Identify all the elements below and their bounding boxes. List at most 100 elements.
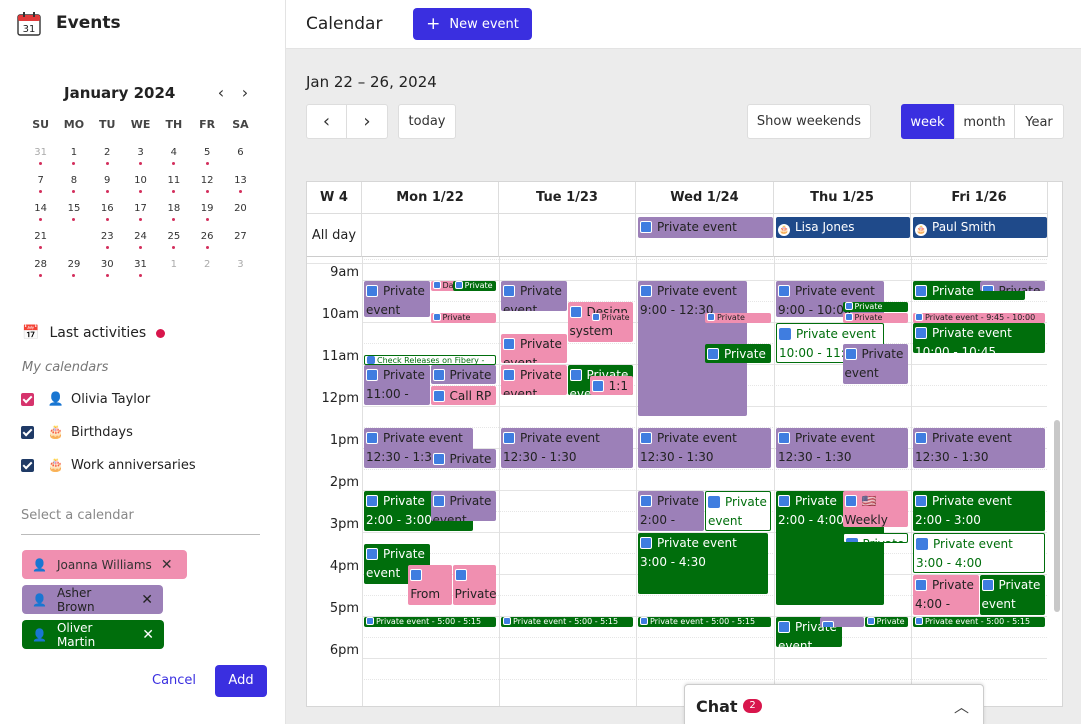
calendar-event[interactable]: Private bbox=[979, 281, 1045, 291]
calendar-event[interactable]: Private bbox=[430, 449, 496, 468]
mini-calendar-day[interactable]: 23 bbox=[91, 222, 124, 250]
mini-calendar-day[interactable]: 29 bbox=[57, 250, 90, 278]
mini-calendar-day[interactable]: 3 bbox=[124, 138, 157, 166]
mini-calendar-day[interactable]: 22 bbox=[57, 222, 90, 250]
calendar-event[interactable]: Private event 10:00 - 10:45 bbox=[913, 323, 1045, 353]
mini-calendar-day[interactable]: 25 bbox=[157, 222, 190, 250]
calendar-event[interactable]: Private bbox=[452, 281, 496, 291]
mini-calendar-day[interactable]: 1 bbox=[57, 138, 90, 166]
calendar-event[interactable]: Private event bbox=[364, 281, 430, 317]
calendar-event[interactable]: Private bbox=[452, 564, 496, 605]
all-day-cell[interactable] bbox=[362, 214, 499, 257]
scrollbar[interactable] bbox=[1054, 420, 1060, 612]
select-calendar-input[interactable]: Select a calendar bbox=[21, 508, 260, 535]
mini-next-month-button[interactable]: › bbox=[235, 83, 255, 103]
new-event-button[interactable]: + New event bbox=[413, 8, 532, 40]
view-month-button[interactable]: month bbox=[954, 104, 1015, 139]
add-button[interactable]: Add bbox=[215, 665, 267, 697]
calendar-event[interactable]: Private event bbox=[842, 302, 908, 312]
mini-calendar-day[interactable]: 19 bbox=[190, 194, 223, 222]
calendar-event[interactable]: Private event bbox=[430, 491, 496, 521]
mini-calendar-day[interactable]: 15 bbox=[57, 194, 90, 222]
calendar-event[interactable]: Call RP bbox=[430, 386, 496, 405]
mini-calendar-day[interactable]: 28 bbox=[24, 250, 57, 278]
calendar-event[interactable]: Private 2:00 - 3:00 bbox=[638, 491, 704, 531]
calendar-event[interactable]: Private event 3:00 - 4:00 bbox=[913, 533, 1045, 573]
mini-calendar-day[interactable]: 30 bbox=[91, 250, 124, 278]
calendar-event[interactable]: 🇺🇸 Weekly bbox=[842, 491, 908, 527]
prev-week-button[interactable]: ‹ bbox=[306, 104, 347, 139]
calendar-checkbox[interactable] bbox=[21, 426, 34, 439]
calendar-event[interactable]: Private event 3:00 - 4:30 bbox=[638, 533, 769, 594]
mini-calendar-day[interactable]: 21 bbox=[24, 222, 57, 250]
calendar-event[interactable]: Private event 12:30 - 1:30 bbox=[501, 428, 633, 468]
calendar-event[interactable]: Check Releases on Fibery - 10: bbox=[364, 354, 496, 365]
chat-panel[interactable]: Chat 2 ︿ bbox=[684, 684, 984, 724]
view-week-button[interactable]: week bbox=[901, 104, 954, 139]
calendar-event[interactable]: Private event 12:30 - 1:30 bbox=[638, 428, 771, 468]
calendar-checkbox[interactable] bbox=[21, 393, 34, 406]
calendar-event[interactable]: Private bbox=[430, 365, 496, 384]
all-day-event[interactable]: 🎂 Lisa Jones bbox=[776, 217, 910, 238]
day-header-tue[interactable]: Tue 1/23 bbox=[499, 182, 636, 214]
mini-calendar-day[interactable]: 27 bbox=[224, 222, 257, 250]
mini-prev-month-button[interactable]: ‹ bbox=[211, 83, 231, 103]
mini-calendar-day[interactable]: 2 bbox=[190, 250, 223, 278]
calendar-checkbox[interactable] bbox=[21, 459, 34, 472]
calendar-event[interactable]: Private event 2:00 - 3:00 bbox=[913, 491, 1045, 531]
mini-calendar-day[interactable]: 16 bbox=[91, 194, 124, 222]
next-week-button[interactable]: › bbox=[346, 104, 388, 139]
all-day-cell[interactable] bbox=[499, 214, 636, 257]
all-day-event[interactable]: Private event bbox=[638, 217, 773, 238]
last-activities[interactable]: 📅 Last activities bbox=[22, 325, 166, 341]
calendar-event[interactable]: Private event - 5:00 - 5:15 bbox=[364, 617, 496, 627]
mini-calendar-day[interactable]: 1 bbox=[157, 250, 190, 278]
mini-calendar-day[interactable]: 13 bbox=[224, 166, 257, 194]
today-button[interactable]: today bbox=[398, 104, 456, 139]
mini-calendar-day[interactable]: 2 bbox=[91, 138, 124, 166]
calendar-event[interactable]: Private event bbox=[501, 281, 567, 311]
mini-calendar-day[interactable]: 17 bbox=[124, 194, 157, 222]
mini-calendar-day[interactable]: 11 bbox=[157, 166, 190, 194]
calendar-event[interactable]: Private event bbox=[501, 333, 567, 363]
mini-calendar-day[interactable]: 31 bbox=[24, 138, 57, 166]
calendar-event[interactable]: Private event bbox=[705, 312, 771, 323]
calendar-event[interactable]: Private 4:00 - 5:00 bbox=[913, 575, 979, 615]
calendar-event[interactable]: Private event - 5:00 - 5:15 bbox=[913, 617, 1045, 627]
calendar-item-birthdays[interactable]: 🎂 Birthdays bbox=[21, 425, 133, 440]
calendar-event[interactable]: Private bbox=[842, 533, 908, 543]
calendar-event[interactable]: Private event - 5:00 - 5:15 bbox=[638, 617, 771, 627]
mini-calendar-day[interactable]: 8 bbox=[57, 166, 90, 194]
mini-calendar-day[interactable]: 14 bbox=[24, 194, 57, 222]
mini-calendar-day[interactable]: 18 bbox=[157, 194, 190, 222]
calendar-item-olivia-taylor[interactable]: 👤 Olivia Taylor bbox=[21, 392, 150, 407]
calendar-event[interactable]: Private bbox=[705, 344, 771, 363]
calendar-event[interactable]: Private event - 9:45 bbox=[430, 312, 496, 323]
mini-calendar-day[interactable]: 9 bbox=[91, 166, 124, 194]
mini-calendar-day[interactable]: 5 bbox=[190, 138, 223, 166]
mini-calendar-day[interactable]: 12 bbox=[190, 166, 223, 194]
mini-calendar-day[interactable]: 20 bbox=[224, 194, 257, 222]
calendar-item-work-anniversaries[interactable]: 🎂 Work anniversaries bbox=[21, 458, 196, 473]
day-header-mon[interactable]: Mon 1/22 bbox=[362, 182, 499, 214]
calendar-event[interactable]: Private event bbox=[842, 344, 908, 384]
mini-calendar-day[interactable]: 6 bbox=[224, 138, 257, 166]
calendar-event[interactable]: Private event 12:30 - 1:30 bbox=[913, 428, 1045, 468]
calendar-event[interactable]: Private bbox=[864, 617, 908, 627]
mini-calendar-day[interactable]: 3 bbox=[224, 250, 257, 278]
calendar-event[interactable]: Private 11:00 - 12:00 bbox=[364, 365, 430, 405]
calendar-event[interactable]: Private event - 9:45 - 10:00 bbox=[913, 312, 1045, 323]
mini-calendar-day[interactable]: 26 bbox=[190, 222, 223, 250]
close-icon[interactable]: ✕ bbox=[161, 557, 173, 573]
all-day-event[interactable]: 🎂 Paul Smith bbox=[913, 217, 1047, 238]
close-icon[interactable]: ✕ bbox=[141, 592, 153, 608]
calendar-event[interactable]: Private event 12:30 - 1:30 bbox=[776, 428, 908, 468]
mini-calendar-day[interactable]: 7 bbox=[24, 166, 57, 194]
view-year-button[interactable]: Year bbox=[1014, 104, 1064, 139]
mini-calendar-day[interactable]: 4 bbox=[157, 138, 190, 166]
chevron-up-icon[interactable]: ︿ bbox=[954, 696, 969, 717]
calendar-event[interactable]: Private event bbox=[705, 491, 771, 531]
mini-calendar-day[interactable]: 24 bbox=[124, 222, 157, 250]
calendar-event[interactable]: From120 to 1 bbox=[408, 564, 452, 605]
day-header-thu[interactable]: Thu 1/25 bbox=[774, 182, 911, 214]
